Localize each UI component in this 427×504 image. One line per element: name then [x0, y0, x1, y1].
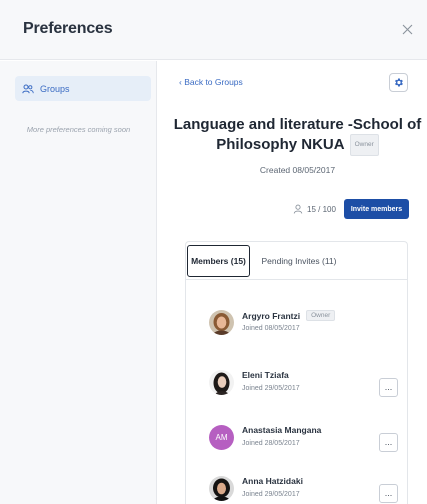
member-row: AM Anastasia Mangana Joined 28/05/2017 .…	[186, 417, 407, 467]
member-joined: Joined 28/05/2017	[242, 440, 300, 447]
sidebar-item-groups[interactable]: Groups	[15, 76, 151, 101]
member-name: Eleni Tziafa	[242, 370, 289, 380]
member-name-text: Argyro Frantzi	[242, 310, 301, 321]
close-icon	[402, 24, 412, 34]
created-date: Created 08/05/2017	[259, 165, 336, 175]
dialog-title: Preferences	[23, 20, 113, 37]
avatar	[209, 370, 234, 395]
member-name: Anna Hatzidaki	[242, 476, 303, 486]
tab-members[interactable]: Members (15)	[187, 245, 250, 277]
member-row: Anna Hatzidaki Joined 29/05/2017 ...	[186, 468, 407, 504]
group-title: Language and literature -School of Philo…	[168, 116, 427, 156]
member-more-button[interactable]: ...	[379, 484, 398, 503]
avatar	[209, 310, 234, 335]
member-more-button[interactable]: ...	[379, 378, 398, 397]
sidebar: Groups More preferences coming soon	[0, 61, 157, 504]
members-card: Members (15) Pending Invites (11) Argyro…	[185, 241, 408, 504]
groups-icon	[22, 83, 34, 95]
member-joined: Joined 08/05/2017	[242, 325, 300, 332]
member-name: Anastasia Mangana	[242, 425, 322, 435]
member-name: Argyro Frantzi Owner	[242, 310, 336, 321]
group-title-text: Language and literature -School of Philo…	[173, 116, 422, 153]
close-button[interactable]	[396, 18, 418, 40]
back-to-groups-link[interactable]: ‹ Back to Groups	[179, 77, 243, 87]
member-row: Eleni Tziafa Joined 29/05/2017 ...	[186, 362, 407, 412]
sidebar-item-label: Groups	[40, 83, 70, 94]
member-count: 15 / 100	[307, 204, 336, 214]
avatar: AM	[209, 425, 234, 450]
avatar	[209, 476, 234, 501]
tab-bar: Members (15) Pending Invites (11)	[186, 242, 407, 280]
user-icon	[293, 204, 303, 214]
member-joined: Joined 29/05/2017	[242, 385, 300, 392]
owner-badge: Owner	[306, 310, 336, 321]
owner-badge: Owner	[349, 134, 379, 156]
group-settings-button[interactable]	[389, 73, 408, 92]
dialog-header: Preferences	[0, 0, 427, 60]
gear-icon	[395, 78, 403, 87]
tab-pending-invites[interactable]: Pending Invites (11)	[258, 245, 340, 277]
member-row: Argyro Frantzi Owner Joined 08/05/2017	[186, 302, 407, 352]
main-panel: ‹ Back to Groups Language and literature…	[158, 61, 427, 504]
member-counter: 15 / 100	[293, 204, 336, 214]
invite-members-button[interactable]: Invite members	[344, 199, 409, 219]
member-joined: Joined 29/05/2017	[242, 491, 300, 498]
member-more-button[interactable]: ...	[379, 433, 398, 452]
sidebar-note: More preferences coming soon	[26, 125, 131, 134]
